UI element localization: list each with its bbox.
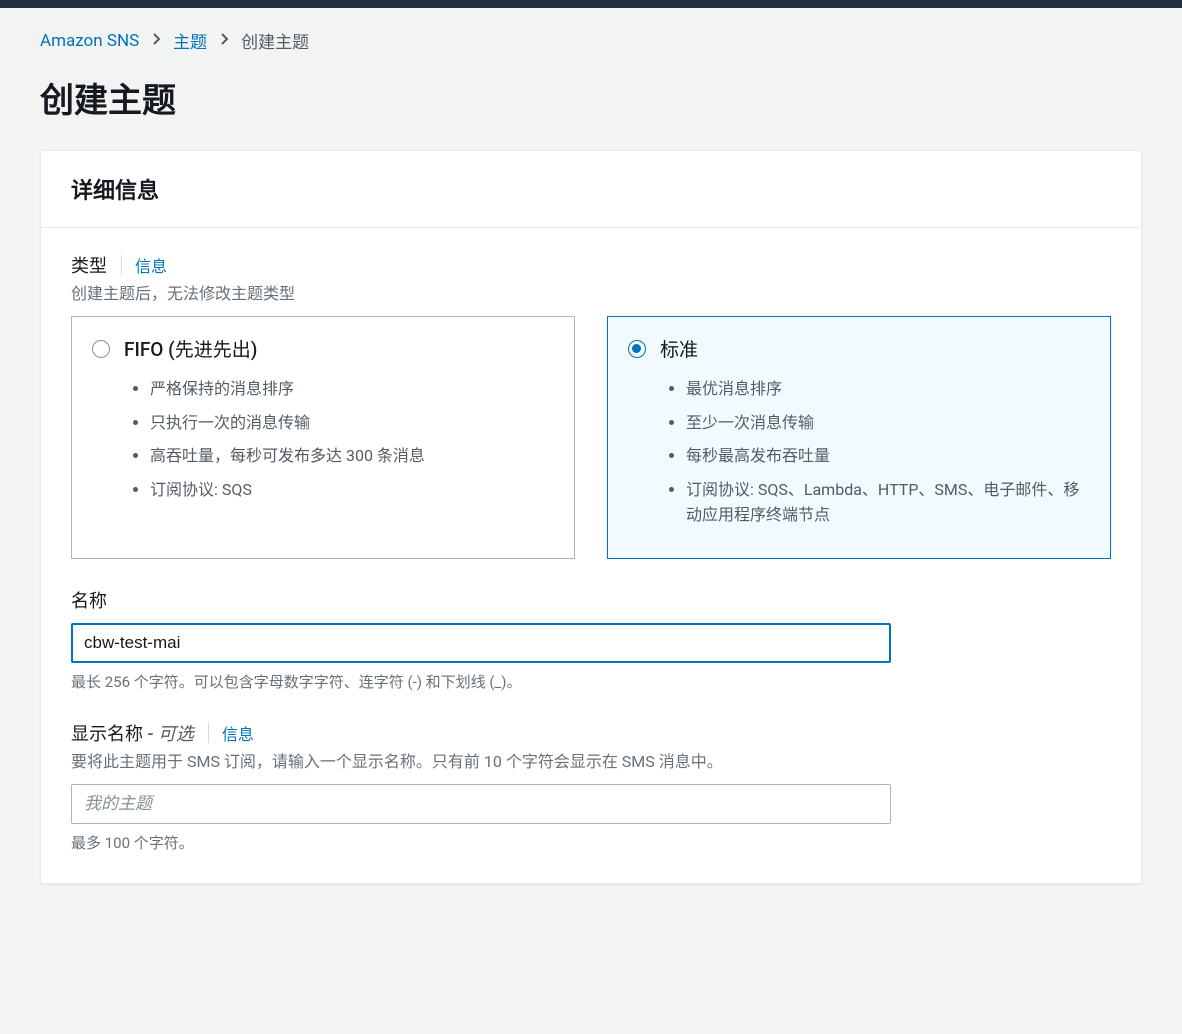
type-field-group: 类型 信息 创建主题后，无法修改主题类型 FIFO (先进先出) 严格保持的消息…: [71, 252, 1111, 559]
fifo-bullet: 订阅协议: SQS: [150, 477, 554, 503]
fifo-bullet: 只执行一次的消息传输: [150, 410, 554, 436]
name-input[interactable]: [71, 623, 891, 663]
details-panel: 详细信息 类型 信息 创建主题后，无法修改主题类型 FIFO (先进先出): [40, 150, 1142, 884]
display-name-label: 显示名称 - 可选: [71, 720, 194, 746]
radio-title-standard: 标准: [660, 335, 698, 362]
radio-card-standard[interactable]: 标准 最优消息排序 至少一次消息传输 每秒最高发布吞吐量 订阅协议: SQS、L…: [607, 316, 1111, 559]
standard-bullets: 最优消息排序 至少一次消息传输 每秒最高发布吞吐量 订阅协议: SQS、Lamb…: [628, 376, 1090, 528]
radio-icon: [92, 340, 110, 358]
page-title: 创建主题: [40, 73, 1142, 122]
panel-header-text: 详细信息: [71, 173, 1111, 205]
breadcrumb-current: 创建主题: [241, 28, 309, 53]
standard-bullet: 每秒最高发布吞吐量: [686, 443, 1090, 469]
type-radio-cards: FIFO (先进先出) 严格保持的消息排序 只执行一次的消息传输 高吞吐量，每秒…: [71, 316, 1111, 559]
name-label: 名称: [71, 587, 107, 613]
display-name-description: 要将此主题用于 SMS 订阅，请输入一个显示名称。只有前 10 个字符会显示在 …: [71, 748, 1111, 772]
fifo-bullet: 严格保持的消息排序: [150, 376, 554, 402]
chevron-right-icon: [151, 32, 161, 50]
breadcrumb: Amazon SNS 主题 创建主题: [40, 8, 1142, 73]
fifo-bullets: 严格保持的消息排序 只执行一次的消息传输 高吞吐量，每秒可发布多达 300 条消…: [92, 376, 554, 502]
top-bar: [0, 0, 1182, 8]
display-name-info-link[interactable]: 信息: [208, 721, 254, 745]
type-info-link[interactable]: 信息: [121, 253, 167, 277]
display-name-label-row: 显示名称 - 可选 信息: [71, 720, 1111, 746]
chevron-right-icon: [219, 32, 229, 50]
breadcrumb-link-topics[interactable]: 主题: [173, 28, 207, 53]
display-name-field-group: 显示名称 - 可选 信息 要将此主题用于 SMS 订阅，请输入一个显示名称。只有…: [71, 720, 1111, 853]
panel-body: 类型 信息 创建主题后，无法修改主题类型 FIFO (先进先出) 严格保持的消息…: [41, 228, 1141, 883]
display-name-input[interactable]: [71, 784, 891, 824]
page-container: Amazon SNS 主题 创建主题 创建主题 详细信息 类型 信息 创建主题后…: [0, 8, 1182, 924]
display-name-optional: - 可选: [147, 724, 193, 745]
type-description: 创建主题后，无法修改主题类型: [71, 280, 1111, 304]
panel-header: 详细信息: [41, 151, 1141, 228]
type-label: 类型: [71, 252, 107, 278]
name-hint: 最长 256 个字符。可以包含字母数字字符、连字符 (-) 和下划线 (_)。: [71, 671, 1111, 692]
radio-icon: [628, 340, 646, 358]
standard-bullet: 最优消息排序: [686, 376, 1090, 402]
name-field-group: 名称 最长 256 个字符。可以包含字母数字字符、连字符 (-) 和下划线 (_…: [71, 587, 1111, 692]
display-name-hint: 最多 100 个字符。: [71, 832, 1111, 853]
breadcrumb-link-sns[interactable]: Amazon SNS: [40, 31, 139, 51]
radio-title-fifo: FIFO (先进先出): [124, 335, 257, 362]
radio-card-fifo[interactable]: FIFO (先进先出) 严格保持的消息排序 只执行一次的消息传输 高吞吐量，每秒…: [71, 316, 575, 559]
fifo-bullet: 高吞吐量，每秒可发布多达 300 条消息: [150, 443, 554, 469]
type-label-row: 类型 信息: [71, 252, 1111, 278]
standard-bullet: 至少一次消息传输: [686, 410, 1090, 436]
standard-bullet: 订阅协议: SQS、Lambda、HTTP、SMS、电子邮件、移动应用程序终端节…: [686, 477, 1090, 528]
name-label-row: 名称: [71, 587, 1111, 613]
